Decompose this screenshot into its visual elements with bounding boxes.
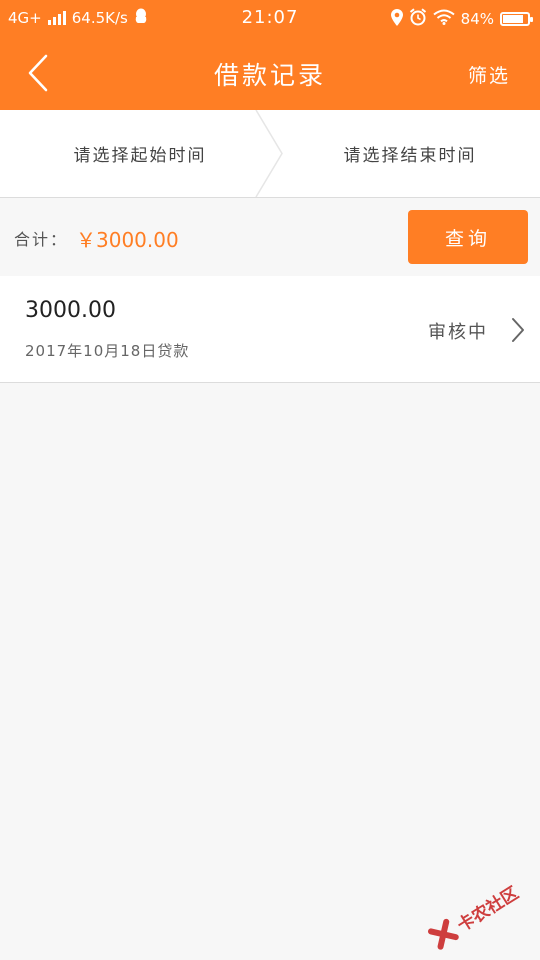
query-button[interactable]: 查询 [408, 210, 528, 264]
end-date-picker[interactable]: 请选择结束时间 [280, 110, 540, 197]
filter-button[interactable]: 筛选 [468, 61, 510, 88]
list-item[interactable]: 3000.00 2017年10月18日贷款 审核中 [0, 276, 540, 383]
screen: 4G+ 64.5K/s 21:07 84% 借款记录 筛选 请选择起始时间 请选… [0, 0, 540, 960]
status-bar: 4G+ 64.5K/s 21:07 84% [0, 0, 540, 36]
date-range-selector: 请选择起始时间 请选择结束时间 [0, 110, 540, 198]
chevron-right-icon [512, 318, 524, 342]
total-label: 合计： [14, 230, 69, 249]
watermark-logo: 卡农社区 [416, 857, 540, 960]
start-date-picker[interactable]: 请选择起始时间 [0, 110, 280, 197]
total-amount: ￥3000.00 [76, 228, 179, 252]
wifi-icon [433, 9, 455, 29]
battery-level [503, 15, 524, 23]
battery-icon [500, 12, 533, 26]
location-icon [390, 8, 403, 30]
record-list: 3000.00 2017年10月18日贷款 审核中 [0, 276, 540, 383]
battery-percent: 84% [460, 10, 494, 28]
status-badge: 审核中 [428, 322, 488, 343]
status-right: 84% [390, 8, 533, 30]
watermark-text: 卡农社区 [453, 882, 523, 936]
summary-row: 合计： ￥3000.00 查询 [0, 198, 540, 276]
record-amount: 3000.00 [25, 298, 116, 323]
page-title: 借款记录 [213, 61, 326, 90]
nav-bar: 借款记录 筛选 [0, 36, 540, 110]
alarm-icon [409, 8, 427, 30]
record-date: 2017年10月18日贷款 [25, 342, 190, 360]
